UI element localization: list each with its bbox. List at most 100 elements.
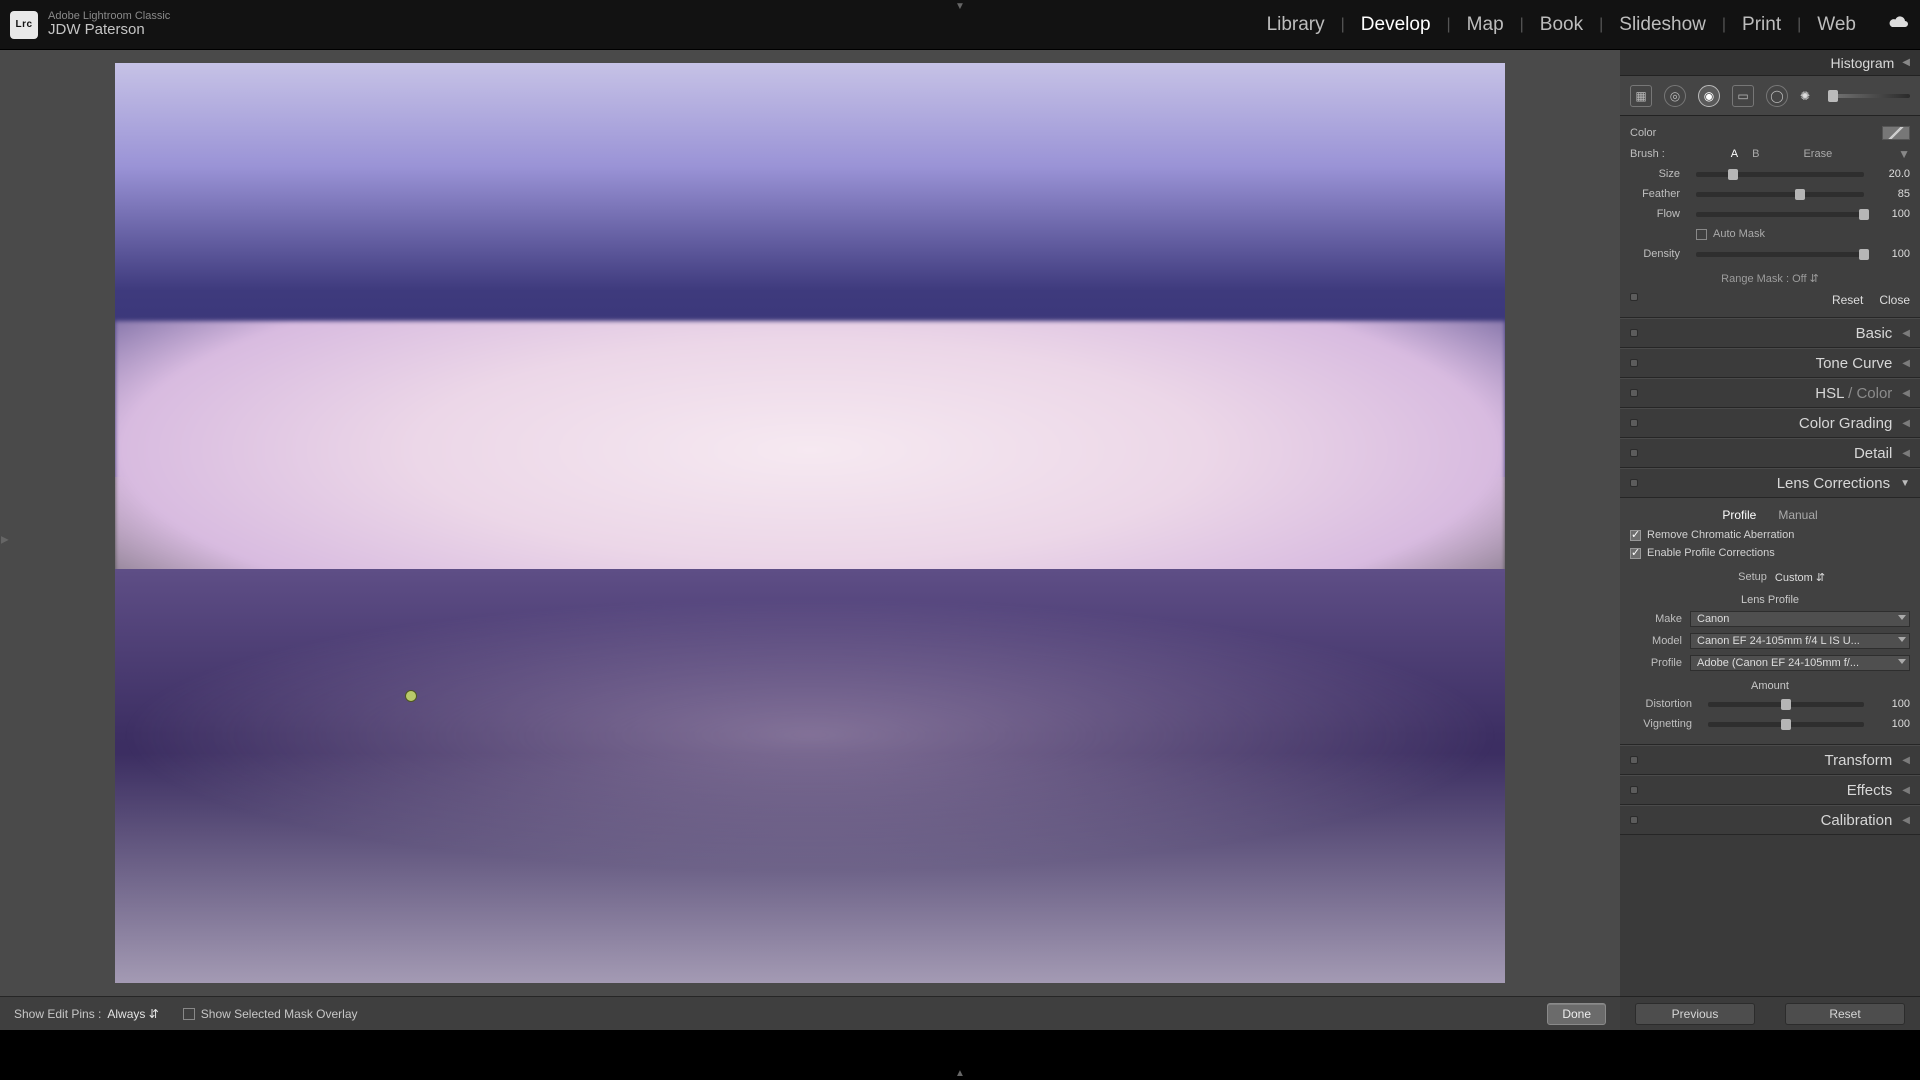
module-map[interactable]: Map xyxy=(1453,14,1518,36)
brush-close-button[interactable]: Close xyxy=(1879,293,1910,307)
chevron-down-icon[interactable]: ▼ xyxy=(1898,147,1910,161)
canvas-toolbar: Show Edit Pins : Always ⇵ Show Selected … xyxy=(0,996,1620,1030)
size-value[interactable]: 20.0 xyxy=(1872,168,1910,180)
identity-plate[interactable]: JDW Paterson xyxy=(48,22,170,39)
range-mask-dropdown[interactable]: Range Mask : Off ⇵ xyxy=(1630,264,1910,289)
calibration-panel-header[interactable]: Calibration ◀ xyxy=(1620,805,1920,835)
brush-reset-button[interactable]: Reset xyxy=(1832,293,1863,307)
detail-panel-header[interactable]: Detail ◀ xyxy=(1620,438,1920,468)
distortion-label: Distortion xyxy=(1630,698,1700,710)
module-print[interactable]: Print xyxy=(1728,14,1795,36)
chevron-left-icon: ◀ xyxy=(1902,57,1910,68)
module-library[interactable]: Library xyxy=(1253,14,1339,36)
lens-corrections-panel: Profile Manual Remove Chromatic Aberrati… xyxy=(1620,498,1920,745)
setup-dropdown[interactable]: Custom ⇵ xyxy=(1775,571,1825,584)
reset-button[interactable]: Reset xyxy=(1785,1003,1905,1025)
module-picker: Library| Develop| Map| Book| Slideshow| … xyxy=(1253,14,1910,36)
auto-mask-label: Auto Mask xyxy=(1713,228,1765,240)
feather-slider[interactable] xyxy=(1696,192,1864,197)
amount-subheader: Amount xyxy=(1630,680,1910,692)
color-label: Color xyxy=(1856,385,1892,402)
panel-dock-icon[interactable] xyxy=(1630,293,1638,301)
histogram-header[interactable]: Histogram ◀ xyxy=(1620,50,1920,76)
spot-removal-tool-icon[interactable]: ◎ xyxy=(1664,85,1686,107)
lens-profile-subheader: Lens Profile xyxy=(1630,594,1910,606)
lens-corrections-panel-header[interactable]: Lens Corrections ▼ xyxy=(1620,468,1920,498)
chevron-left-icon: ◀ xyxy=(1902,815,1910,826)
effects-panel-header[interactable]: Effects◀ xyxy=(1620,775,1920,805)
mask-overlay-checkbox[interactable] xyxy=(183,1008,195,1020)
basic-panel-header[interactable]: Basic ◀ xyxy=(1620,318,1920,348)
vignetting-label: Vignetting xyxy=(1630,718,1700,730)
feather-value[interactable]: 85 xyxy=(1872,188,1910,200)
feather-label: Feather xyxy=(1630,188,1688,200)
calibration-label: Calibration xyxy=(1821,812,1893,829)
lens-profile-label: Profile xyxy=(1630,657,1690,669)
lens-corrections-label: Lens Corrections xyxy=(1777,475,1890,492)
lens-profile-dropdown[interactable]: Adobe (Canon EF 24-105mm f/... xyxy=(1690,655,1910,671)
density-value[interactable]: 100 xyxy=(1872,248,1910,260)
transform-panel-header[interactable]: Transform ◀ xyxy=(1620,745,1920,775)
flow-slider[interactable] xyxy=(1696,212,1864,217)
adjustment-pin[interactable] xyxy=(405,690,417,702)
panel-handle-bottom-icon[interactable]: ▲ xyxy=(955,1068,965,1079)
flow-value[interactable]: 100 xyxy=(1872,208,1910,220)
basic-label: Basic xyxy=(1856,325,1893,342)
enable-profile-checkbox[interactable] xyxy=(1630,548,1641,559)
redeye-tool-icon[interactable]: ◉ xyxy=(1698,85,1720,107)
size-slider[interactable] xyxy=(1696,172,1864,177)
detail-label: Detail xyxy=(1854,445,1892,462)
brush-erase-option[interactable]: Erase xyxy=(1803,148,1832,160)
cloud-sync-icon[interactable] xyxy=(1888,14,1910,35)
tone-curve-label: Tone Curve xyxy=(1816,355,1893,372)
preview-image[interactable] xyxy=(115,63,1505,983)
tone-curve-panel-header[interactable]: Tone Curve ◀ xyxy=(1620,348,1920,378)
chevron-left-icon: ◀ xyxy=(1902,328,1910,339)
distortion-value[interactable]: 100 xyxy=(1872,698,1910,710)
lens-manual-tab[interactable]: Manual xyxy=(1778,508,1817,522)
lens-profile-tab[interactable]: Profile xyxy=(1722,508,1756,522)
local-adjustment-toolstrip: ▦ ◎ ◉ ▭ ◯ ✺ xyxy=(1620,76,1920,116)
chevron-left-icon: ◀ xyxy=(1902,388,1910,399)
chevron-left-icon: ◀ xyxy=(1902,358,1910,369)
color-grading-panel-header[interactable]: Color Grading◀ xyxy=(1620,408,1920,438)
hsl-color-panel-header[interactable]: HSL / Color◀ xyxy=(1620,378,1920,408)
transform-label: Transform xyxy=(1825,752,1893,769)
auto-mask-checkbox[interactable] xyxy=(1696,229,1707,240)
hsl-label: HSL xyxy=(1815,385,1844,402)
crop-tool-icon[interactable]: ▦ xyxy=(1630,85,1652,107)
lens-make-dropdown[interactable]: Canon xyxy=(1690,611,1910,627)
lens-model-dropdown[interactable]: Canon EF 24-105mm f/4 L IS U... xyxy=(1690,633,1910,649)
done-button[interactable]: Done xyxy=(1547,1003,1606,1025)
module-book[interactable]: Book xyxy=(1526,14,1597,36)
module-slideshow[interactable]: Slideshow xyxy=(1605,14,1720,36)
app-logo: Lrc xyxy=(10,11,38,39)
brush-color-swatch[interactable] xyxy=(1882,126,1910,140)
lens-model-label: Model xyxy=(1630,635,1690,647)
module-develop[interactable]: Develop xyxy=(1347,14,1445,36)
previous-button[interactable]: Previous xyxy=(1635,1003,1755,1025)
graduated-filter-tool-icon[interactable]: ▭ xyxy=(1732,85,1754,107)
chevron-left-icon: ◀ xyxy=(1902,448,1910,459)
size-label: Size xyxy=(1630,168,1688,180)
vignetting-slider[interactable] xyxy=(1708,722,1864,727)
show-edit-pins-dropdown[interactable]: Always ⇵ xyxy=(107,1007,158,1021)
chevron-left-icon: ◀ xyxy=(1902,755,1910,766)
mask-overlay-label: Show Selected Mask Overlay xyxy=(201,1007,358,1021)
effects-label: Effects xyxy=(1847,782,1893,799)
image-canvas[interactable] xyxy=(0,50,1620,996)
radial-filter-tool-icon[interactable]: ◯ xyxy=(1766,85,1788,107)
distortion-slider[interactable] xyxy=(1708,702,1864,707)
vignetting-value[interactable]: 100 xyxy=(1872,718,1910,730)
density-slider[interactable] xyxy=(1696,252,1864,257)
enable-profile-label: Enable Profile Corrections xyxy=(1647,547,1775,559)
panel-handle-top-icon[interactable]: ▼ xyxy=(955,1,965,12)
module-web[interactable]: Web xyxy=(1803,14,1870,36)
adjustment-brush-tool-icon[interactable]: ✺ xyxy=(1800,89,1810,103)
brush-b-option[interactable]: B xyxy=(1752,148,1759,160)
exposure-mini-slider[interactable] xyxy=(1828,94,1910,98)
brush-a-option[interactable]: A xyxy=(1731,148,1738,160)
remove-ca-checkbox[interactable] xyxy=(1630,530,1641,541)
remove-ca-label: Remove Chromatic Aberration xyxy=(1647,529,1794,541)
chevron-down-icon: ▼ xyxy=(1900,478,1910,489)
